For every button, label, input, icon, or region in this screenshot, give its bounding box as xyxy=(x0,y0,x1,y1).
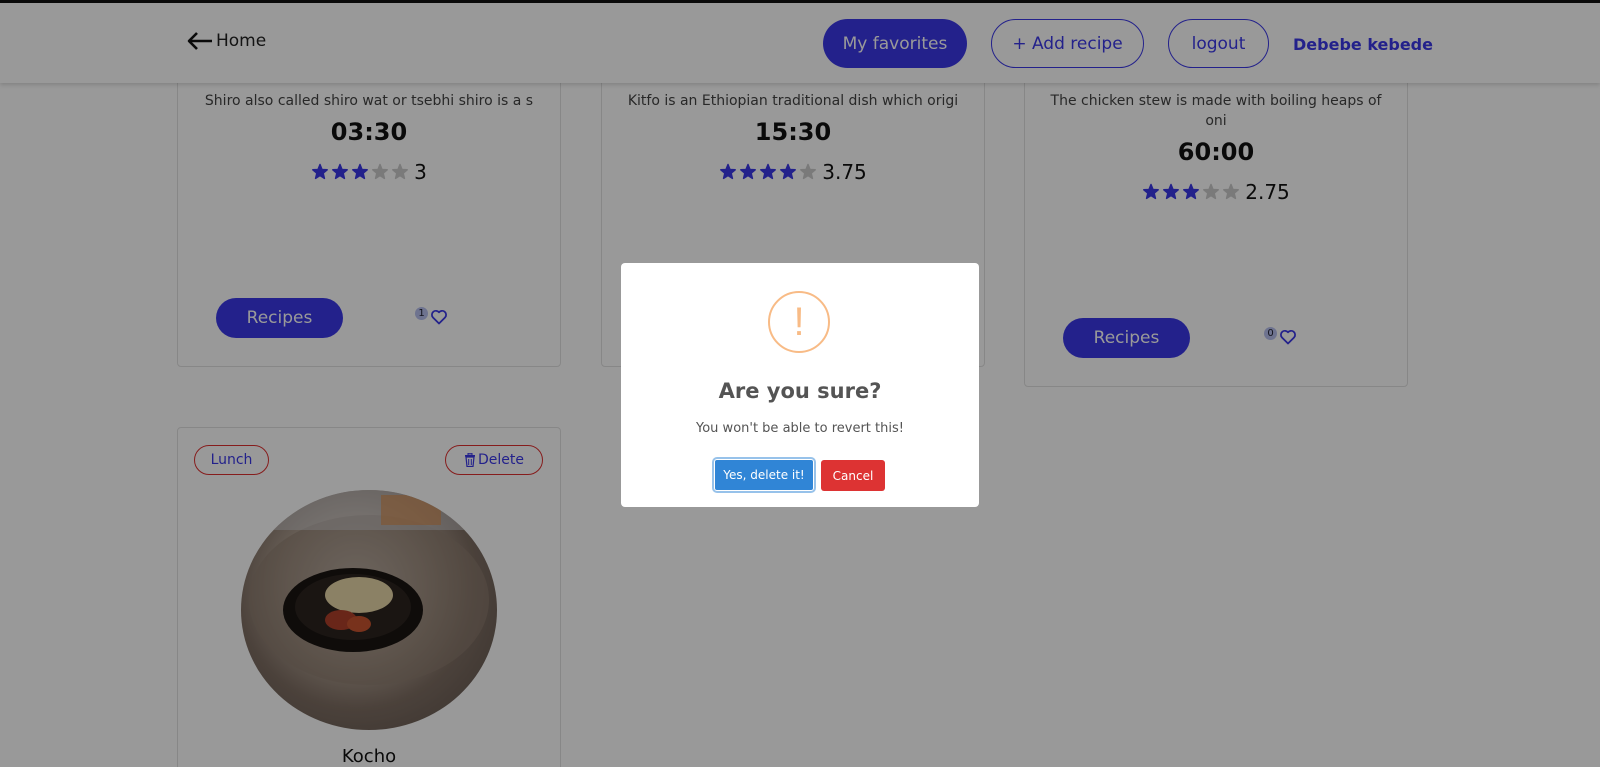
dialog-title: Are you sure? xyxy=(718,379,882,403)
confirm-delete-button[interactable]: Yes, delete it! xyxy=(714,459,814,491)
cancel-button[interactable]: Cancel xyxy=(821,460,885,491)
dialog-text: You won't be able to revert this! xyxy=(696,421,904,436)
warning-icon: ! xyxy=(768,291,830,353)
confirm-dialog: ! Are you sure? You won't be able to rev… xyxy=(621,263,979,507)
